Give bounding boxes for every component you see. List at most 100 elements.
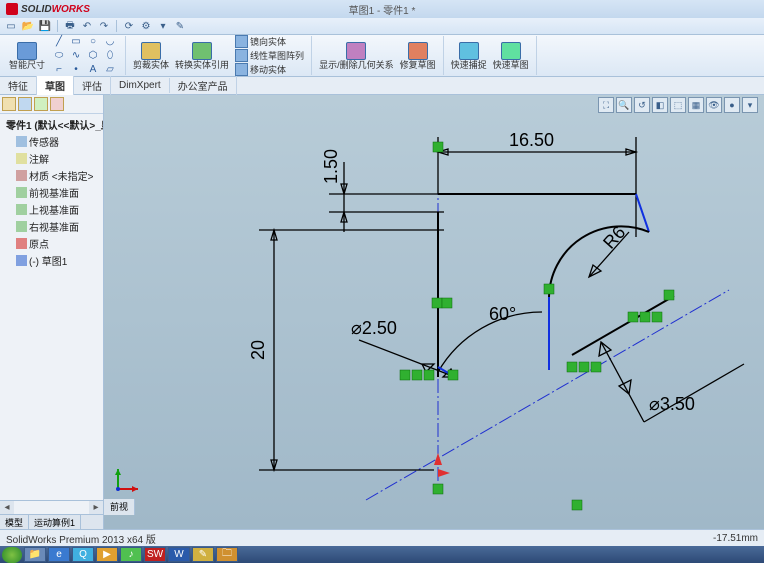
mirror-button[interactable]: 镜向实体 — [235, 35, 304, 48]
repair-button[interactable]: 修复草图 — [397, 41, 439, 71]
save-icon[interactable]: 💾 — [38, 19, 52, 33]
tree-front-plane[interactable]: 前视基准面 — [2, 184, 101, 201]
property-tab-icon[interactable] — [18, 97, 32, 111]
relation-marker[interactable] — [640, 312, 650, 322]
select-icon[interactable]: ▾ — [156, 19, 170, 33]
tree-sensors[interactable]: 传感器 — [2, 133, 101, 150]
sketch-angled-line[interactable] — [572, 296, 674, 355]
text-tool[interactable]: A — [85, 63, 101, 76]
move-button[interactable]: 移动实体 — [235, 63, 304, 76]
sketch-slant1[interactable] — [636, 194, 649, 232]
dim-angle-60[interactable]: 60° — [438, 304, 542, 372]
ellipse-tool[interactable]: ⬯ — [102, 49, 118, 62]
scroll-right-icon[interactable]: ▸ — [89, 501, 103, 514]
fillet-tool[interactable]: ⌐ — [51, 63, 67, 76]
spline-tool[interactable]: ∿ — [68, 49, 84, 62]
model-tab[interactable]: 模型 — [0, 515, 29, 529]
display-style-icon[interactable]: ▦ — [688, 97, 704, 113]
media-icon[interactable]: ♪ — [120, 547, 142, 562]
rebuild-icon[interactable]: ⟳ — [122, 19, 136, 33]
dim-16-50[interactable]: 16.50 — [438, 130, 636, 237]
scroll-track[interactable] — [14, 501, 89, 514]
section-icon[interactable]: ◧ — [652, 97, 668, 113]
tab-dimxpert[interactable]: DimXpert — [111, 78, 170, 93]
relation-marker[interactable] — [433, 484, 443, 494]
open-icon[interactable]: 📂 — [21, 19, 35, 33]
new-icon[interactable]: ▭ — [4, 19, 18, 33]
rapid-sketch-button[interactable]: 快速草图 — [490, 41, 532, 71]
poly-tool[interactable]: ⬡ — [85, 49, 101, 62]
plane-tool[interactable]: ▱ — [102, 63, 118, 76]
smart-dimension-button[interactable]: 智能尺寸 — [6, 41, 48, 71]
line-tool[interactable]: ╱ — [51, 35, 67, 48]
tab-features[interactable]: 特征 — [0, 76, 37, 95]
circle-tool[interactable]: ○ — [85, 35, 101, 48]
config-tab-icon[interactable] — [34, 97, 48, 111]
relation-marker[interactable] — [448, 370, 458, 380]
options-icon[interactable]: ⚙ — [139, 19, 153, 33]
dim-dia-3-50[interactable]: ⌀3.50 — [599, 342, 744, 422]
word-icon[interactable]: W — [168, 547, 190, 562]
graphics-canvas[interactable]: ⛶ 🔍 ↺ ◧ ⬚ ▦ 👁 ● ▾ 16.50 — [104, 95, 764, 529]
relation-marker[interactable] — [424, 370, 434, 380]
tree-top-plane[interactable]: 上视基准面 — [2, 201, 101, 218]
relation-marker[interactable] — [572, 500, 582, 510]
linear-pattern-button[interactable]: 线性草图阵列 — [235, 49, 304, 62]
tree-annotations[interactable]: 注解 — [2, 150, 101, 167]
slot-tool[interactable]: ⬭ — [51, 49, 67, 62]
view-orient-icon[interactable]: ⬚ — [670, 97, 686, 113]
arc-tool[interactable]: ◡ — [102, 35, 118, 48]
hide-show-icon[interactable]: 👁 — [706, 97, 722, 113]
tab-sketch[interactable]: 草图 — [37, 76, 74, 95]
relation-marker[interactable] — [591, 362, 601, 372]
folder-icon[interactable]: 🗀 — [216, 547, 238, 562]
prev-view-icon[interactable]: ↺ — [634, 97, 650, 113]
player-icon[interactable]: ▶ — [96, 547, 118, 562]
front-view-tab[interactable]: 前视 — [104, 499, 135, 515]
browser-icon[interactable]: e — [48, 547, 70, 562]
sw-taskbar-icon[interactable]: SW — [144, 547, 166, 562]
zoom-fit-icon[interactable]: ⛶ — [598, 97, 614, 113]
view-set-icon[interactable]: ▾ — [742, 97, 758, 113]
relation-marker[interactable] — [442, 298, 452, 308]
relation-marker[interactable] — [567, 362, 577, 372]
relation-marker[interactable] — [652, 312, 662, 322]
tree-material[interactable]: 材质 <未指定> — [2, 167, 101, 184]
tree-sketch1[interactable]: (-) 草图1 — [2, 252, 101, 269]
undo-icon[interactable]: ↶ — [80, 19, 94, 33]
qq-icon[interactable]: Q — [72, 547, 94, 562]
sketch-icon[interactable]: ✎ — [173, 19, 187, 33]
sketch-arc-r6[interactable] — [549, 226, 649, 297]
relation-marker[interactable] — [544, 284, 554, 294]
trim-button[interactable]: 剪裁实体 — [130, 41, 172, 71]
relation-marker[interactable] — [400, 370, 410, 380]
point-tool[interactable]: • — [68, 63, 84, 76]
relation-marker[interactable] — [664, 290, 674, 300]
start-button[interactable] — [2, 547, 22, 563]
tree-origin[interactable]: 原点 — [2, 235, 101, 252]
tree-root[interactable]: 零件1 (默认<<默认>_显示状态 — [2, 116, 101, 133]
print-icon[interactable]: 🖶 — [63, 19, 77, 33]
feature-tree-tab-icon[interactable] — [2, 97, 16, 111]
tree-right-plane[interactable]: 右视基准面 — [2, 218, 101, 235]
zoom-area-icon[interactable]: 🔍 — [616, 97, 632, 113]
convert-button[interactable]: 转换实体引用 — [172, 41, 232, 71]
tab-office[interactable]: 办公室产品 — [170, 76, 237, 95]
panel-scroll[interactable]: ◂ ▸ — [0, 500, 103, 514]
note-icon[interactable]: ✎ — [192, 547, 214, 562]
relations-button[interactable]: 显示/删除几何关系 — [316, 41, 397, 71]
redo-icon[interactable]: ↷ — [97, 19, 111, 33]
relation-marker[interactable] — [579, 362, 589, 372]
quick-snap-button[interactable]: 快速捕捉 — [448, 41, 490, 71]
explorer-icon[interactable]: 📁 — [24, 547, 46, 562]
relation-marker[interactable] — [628, 312, 638, 322]
relation-marker[interactable] — [432, 298, 442, 308]
dim-20[interactable]: 20 — [248, 230, 444, 470]
motion-tab[interactable]: 运动算例1 — [29, 515, 81, 529]
dimxpert-tab-icon[interactable] — [50, 97, 64, 111]
relation-marker[interactable] — [412, 370, 422, 380]
scroll-left-icon[interactable]: ◂ — [0, 501, 14, 514]
tab-evaluate[interactable]: 评估 — [74, 76, 111, 95]
dim-1-50[interactable]: 1.50 — [321, 149, 444, 232]
scene-icon[interactable]: ● — [724, 97, 740, 113]
